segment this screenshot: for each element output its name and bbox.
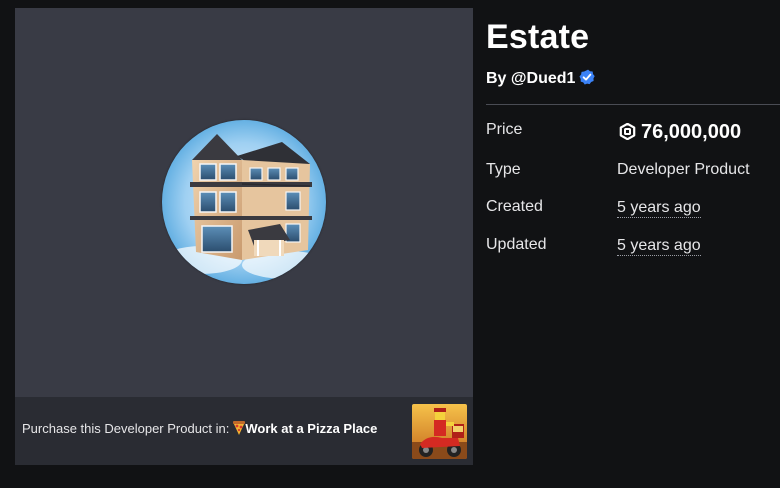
created-label: Created [486,198,543,215]
item-thumbnail-card: Purchase this Developer Product in: Work … [15,8,473,465]
item-thumbnail-image [162,120,326,284]
created-value[interactable]: 5 years ago [617,198,701,218]
verified-badge-icon [579,69,596,85]
type-value: Developer Product [617,161,750,178]
robux-icon [619,121,636,141]
creator-link[interactable]: @Dued1 [511,70,576,87]
price-value: 76,000,000 [619,119,741,145]
item-title: Estate [486,18,590,56]
creator-line: By @Dued1 [486,68,596,90]
item-details-page: Purchase this Developer Product in: Work … [0,0,780,488]
purchase-prefix: Purchase this Developer Product in: [22,421,230,436]
purchase-location-bar: Purchase this Developer Product in: Work … [15,397,473,465]
header-divider [486,104,780,105]
purchase-location-text: Purchase this Developer Product in: Work … [22,421,377,437]
game-thumbnail[interactable] [412,404,467,459]
creator-prefix: By [486,70,507,87]
thumbnail-area [15,8,473,397]
type-label: Type [486,161,521,178]
price-label: Price [486,121,523,138]
pizza-icon [233,421,246,435]
updated-label: Updated [486,236,547,253]
price-amount: 76,000,000 [641,121,742,143]
game-link[interactable]: Work at a Pizza Place [245,421,377,436]
updated-value[interactable]: 5 years ago [617,236,701,256]
